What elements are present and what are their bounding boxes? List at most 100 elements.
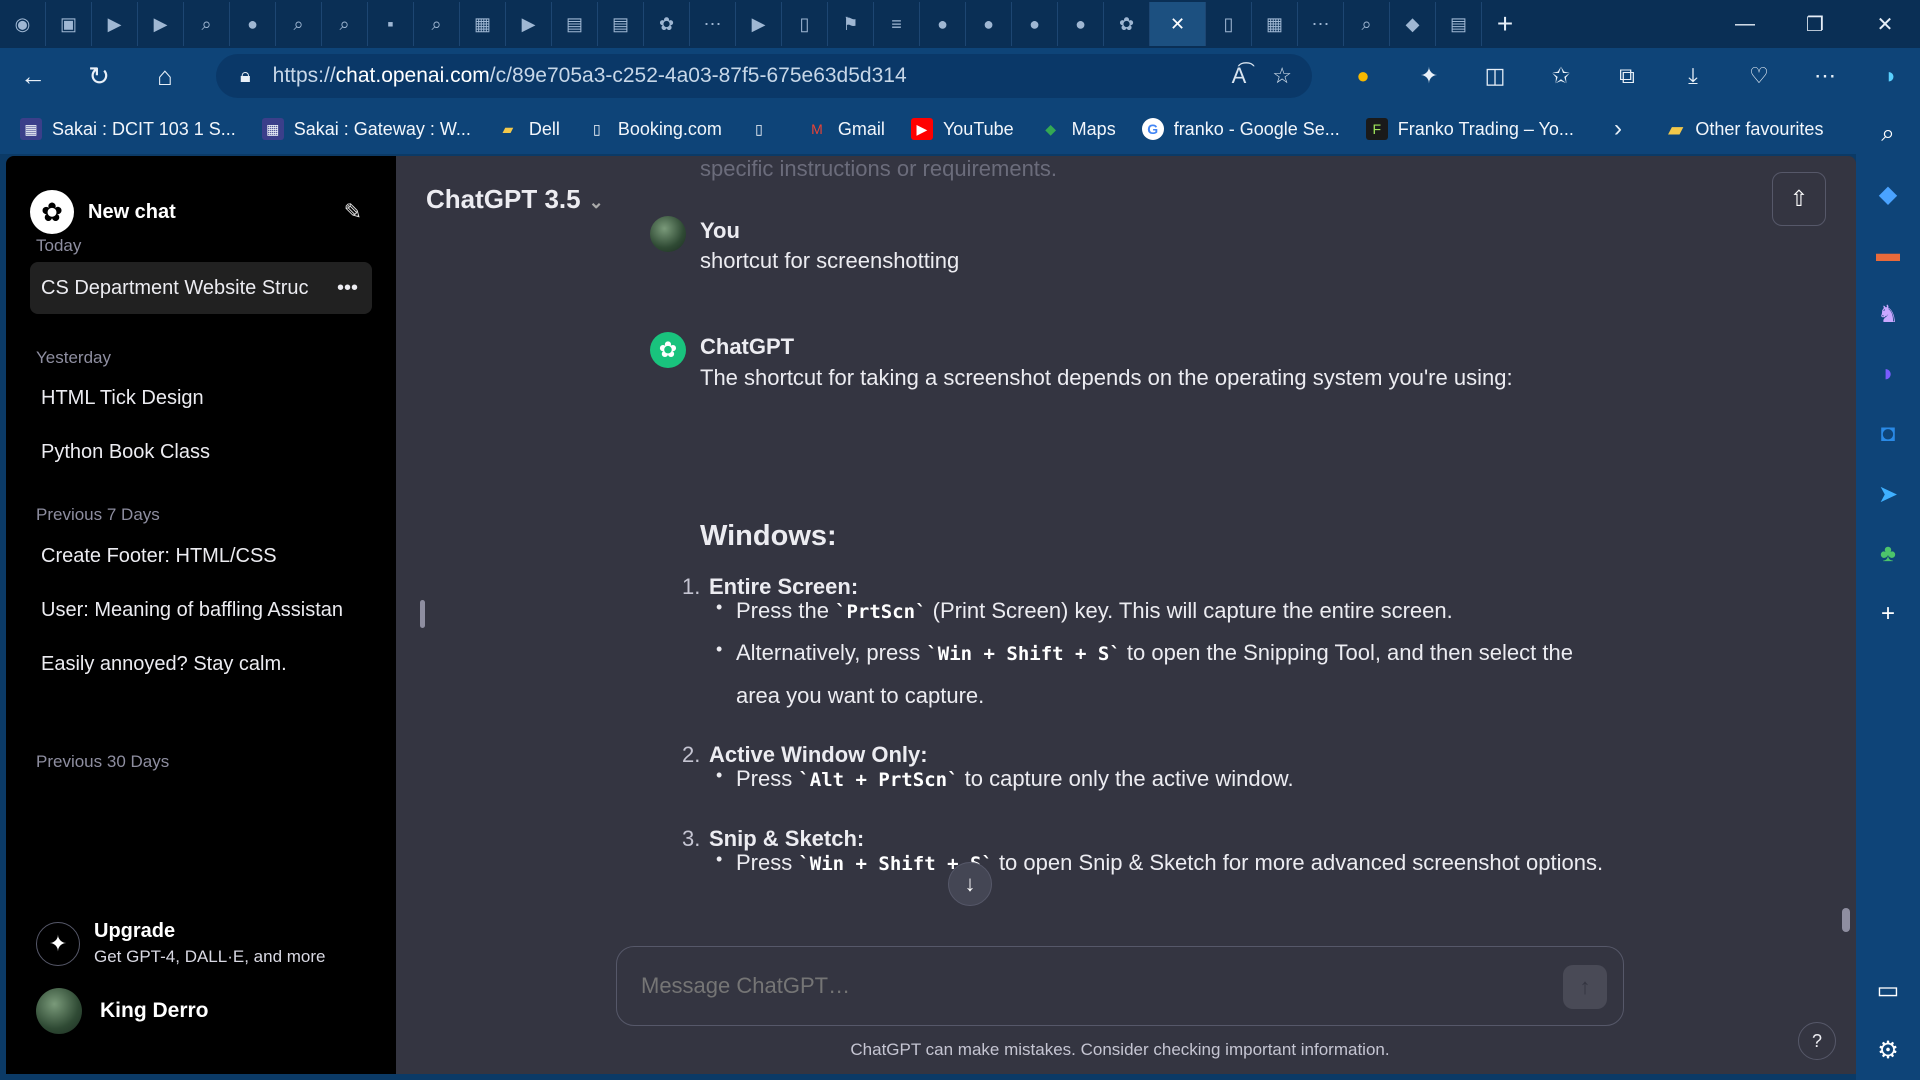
share-icon[interactable]: ⇧: [1772, 172, 1826, 226]
games-icon[interactable]: ♞: [1856, 284, 1920, 344]
message-input[interactable]: [641, 973, 1521, 999]
tab-youtube-icon[interactable]: ▶: [138, 2, 184, 46]
minimize-icon[interactable]: —: [1710, 0, 1780, 48]
tab-github-icon[interactable]: ●: [966, 2, 1012, 46]
help-icon[interactable]: ?: [1798, 1022, 1836, 1060]
restore-icon[interactable]: ❐: [1780, 0, 1850, 48]
bookmark-item[interactable]: ▦ Sakai : DCIT 103 1 S...: [20, 118, 236, 140]
tab-search-icon[interactable]: ⌕: [322, 2, 368, 46]
browser-essentials-icon[interactable]: ♡: [1726, 63, 1792, 89]
telegram-icon[interactable]: ➤: [1856, 464, 1920, 524]
tab-github-icon[interactable]: ●: [920, 2, 966, 46]
new-chat-button[interactable]: ✿ New chat ✎: [30, 188, 370, 236]
tab-page-icon[interactable]: ▯: [782, 2, 828, 46]
bookmark-item[interactable]: ▶ YouTube: [910, 118, 1014, 140]
model-selector[interactable]: ChatGPT 3.5 ⌄: [426, 184, 604, 215]
chat-item[interactable]: CS Department Website Struc •••: [30, 262, 372, 314]
tab-doc-icon[interactable]: ≡: [874, 2, 920, 46]
refresh-icon[interactable]: ↻: [66, 48, 132, 104]
downloads-icon[interactable]: ⤓: [1660, 63, 1726, 89]
close-window-icon[interactable]: ✕: [1850, 0, 1920, 48]
tab-pdf-icon[interactable]: ▤: [598, 2, 644, 46]
bookmark-item[interactable]: ▰ Dell: [497, 118, 559, 140]
chat-item[interactable]: HTML Tick Design: [30, 372, 372, 424]
home-icon[interactable]: ⌂: [132, 48, 198, 104]
collections-icon[interactable]: ⧉: [1594, 63, 1660, 89]
tab-youtube-icon[interactable]: ▶: [506, 2, 552, 46]
tab-more-icon[interactable]: ⋯: [1298, 2, 1344, 46]
tab-more-icon[interactable]: ⋯: [690, 2, 736, 46]
tab-sakai-icon[interactable]: ▦: [1252, 2, 1298, 46]
sidebar-resize-handle[interactable]: [420, 600, 425, 628]
scroll-down-icon[interactable]: ↓: [948, 862, 992, 906]
url-path: /c/89e705a3-c252-4a03-87f5-675e63d5d314: [489, 64, 907, 87]
back-icon[interactable]: ←: [0, 48, 66, 104]
tab-search-icon[interactable]: ⌕: [184, 2, 230, 46]
tab-flag-icon[interactable]: ⚑: [828, 2, 874, 46]
hide-sidebar-icon[interactable]: ▭: [1856, 960, 1920, 1020]
add-icon[interactable]: +: [1856, 584, 1920, 644]
tab-github-icon[interactable]: ●: [1058, 2, 1104, 46]
tab-actions-icon[interactable]: ▣: [46, 2, 92, 46]
tab-page-icon[interactable]: ▯: [1206, 2, 1252, 46]
maps-icon: ◆: [1045, 120, 1057, 137]
bullet-item: Press `Alt + PrtScn` to capture only the…: [716, 754, 1616, 801]
other-favourites[interactable]: ▰ Other favourites: [1668, 117, 1823, 142]
chevron-right-icon[interactable]: ›: [1614, 115, 1622, 143]
new-tab-icon[interactable]: +: [1482, 2, 1528, 46]
settings-gear-icon[interactable]: ⚙: [1856, 1020, 1920, 1080]
close-tab-icon[interactable]: ✕: [1150, 2, 1206, 46]
favorite-star-icon[interactable]: ☆: [1272, 63, 1292, 89]
tab-sakai-icon[interactable]: ▦: [460, 2, 506, 46]
shopping-tag-icon[interactable]: ◆: [1856, 164, 1920, 224]
tab-icon[interactable]: ▪: [368, 2, 414, 46]
tab-maps-icon[interactable]: ◆: [1390, 2, 1436, 46]
chat-item[interactable]: Python Book Class: [30, 426, 372, 478]
bookmark-item[interactable]: ▯ Booking.com: [586, 118, 722, 140]
assistant-intro: The shortcut for taking a screenshot dep…: [700, 365, 1513, 390]
copilot-sidebar-icon[interactable]: ◗: [1856, 344, 1920, 404]
more-icon[interactable]: ⋯: [1792, 63, 1858, 89]
outlook-icon[interactable]: ◘: [1856, 404, 1920, 464]
split-screen-icon[interactable]: ◫: [1462, 63, 1528, 89]
tab-github-icon[interactable]: ●: [1012, 2, 1058, 46]
tab-search-icon[interactable]: ⌕: [1344, 2, 1390, 46]
tools-icon[interactable]: ▬: [1856, 224, 1920, 284]
bookmarks-bar: ▦ Sakai : DCIT 103 1 S... ▦ Sakai : Gatewa…: [0, 104, 1920, 154]
user-menu[interactable]: King Derro: [36, 988, 209, 1034]
bookmark-item[interactable]: ◆ Maps: [1040, 118, 1115, 140]
tab-youtube-icon[interactable]: ▶: [736, 2, 782, 46]
copilot-icon[interactable]: ◗: [1858, 63, 1920, 89]
tab-github-icon[interactable]: ●: [230, 2, 276, 46]
search-icon[interactable]: ⌕: [1856, 104, 1920, 164]
scrollbar[interactable]: [1842, 908, 1850, 932]
edit-icon[interactable]: ✎: [344, 199, 362, 225]
avatar: [36, 988, 82, 1034]
bookmark-item[interactable]: ▦ Sakai : Gateway : W...: [261, 118, 471, 140]
tab-chatgpt-icon[interactable]: ✿: [1104, 2, 1150, 46]
bookmark-item[interactable]: F Franko Trading – Yo...: [1365, 118, 1574, 140]
tab-pdf-icon[interactable]: ▤: [552, 2, 598, 46]
tab-pdf-icon[interactable]: ▤: [1436, 2, 1482, 46]
tab-search-icon[interactable]: ⌕: [414, 2, 460, 46]
favorites-icon[interactable]: ✩: [1528, 63, 1594, 89]
bookmark-item[interactable]: ▯: [748, 118, 780, 140]
address-bar[interactable]: 🔒︎ https://chat.openai.com/c/89e705a3-c2…: [216, 54, 1312, 98]
bookmark-item[interactable]: Gfranko - Google Se...: [1141, 118, 1340, 140]
section-heading: Windows:: [700, 520, 837, 552]
bookmark-item[interactable]: M Gmail: [806, 118, 885, 140]
send-arrow-icon[interactable]: ↑: [1563, 965, 1607, 1009]
chat-item[interactable]: Easily annoyed? Stay calm.: [30, 638, 372, 690]
tab-youtube-icon[interactable]: ▶: [92, 2, 138, 46]
tab-search-icon[interactable]: ⌕: [276, 2, 322, 46]
profile-avatar-icon[interactable]: ◉: [0, 2, 46, 46]
chat-item[interactable]: User: Meaning of baffling Assistan: [30, 584, 372, 636]
upgrade-button[interactable]: ✦ Upgrade Get GPT-4, DALL·E, and more: [36, 920, 325, 967]
tree-icon[interactable]: ♣: [1856, 524, 1920, 584]
tab-chatgpt-icon[interactable]: ✿: [644, 2, 690, 46]
read-aloud-icon[interactable]: A͡: [1232, 63, 1247, 89]
chat-item[interactable]: Create Footer: HTML/CSS: [30, 530, 372, 582]
extensions-icon[interactable]: ✦: [1396, 63, 1462, 89]
more-options-icon[interactable]: •••: [337, 277, 358, 300]
extension-colorful-icon[interactable]: ●: [1330, 63, 1396, 89]
